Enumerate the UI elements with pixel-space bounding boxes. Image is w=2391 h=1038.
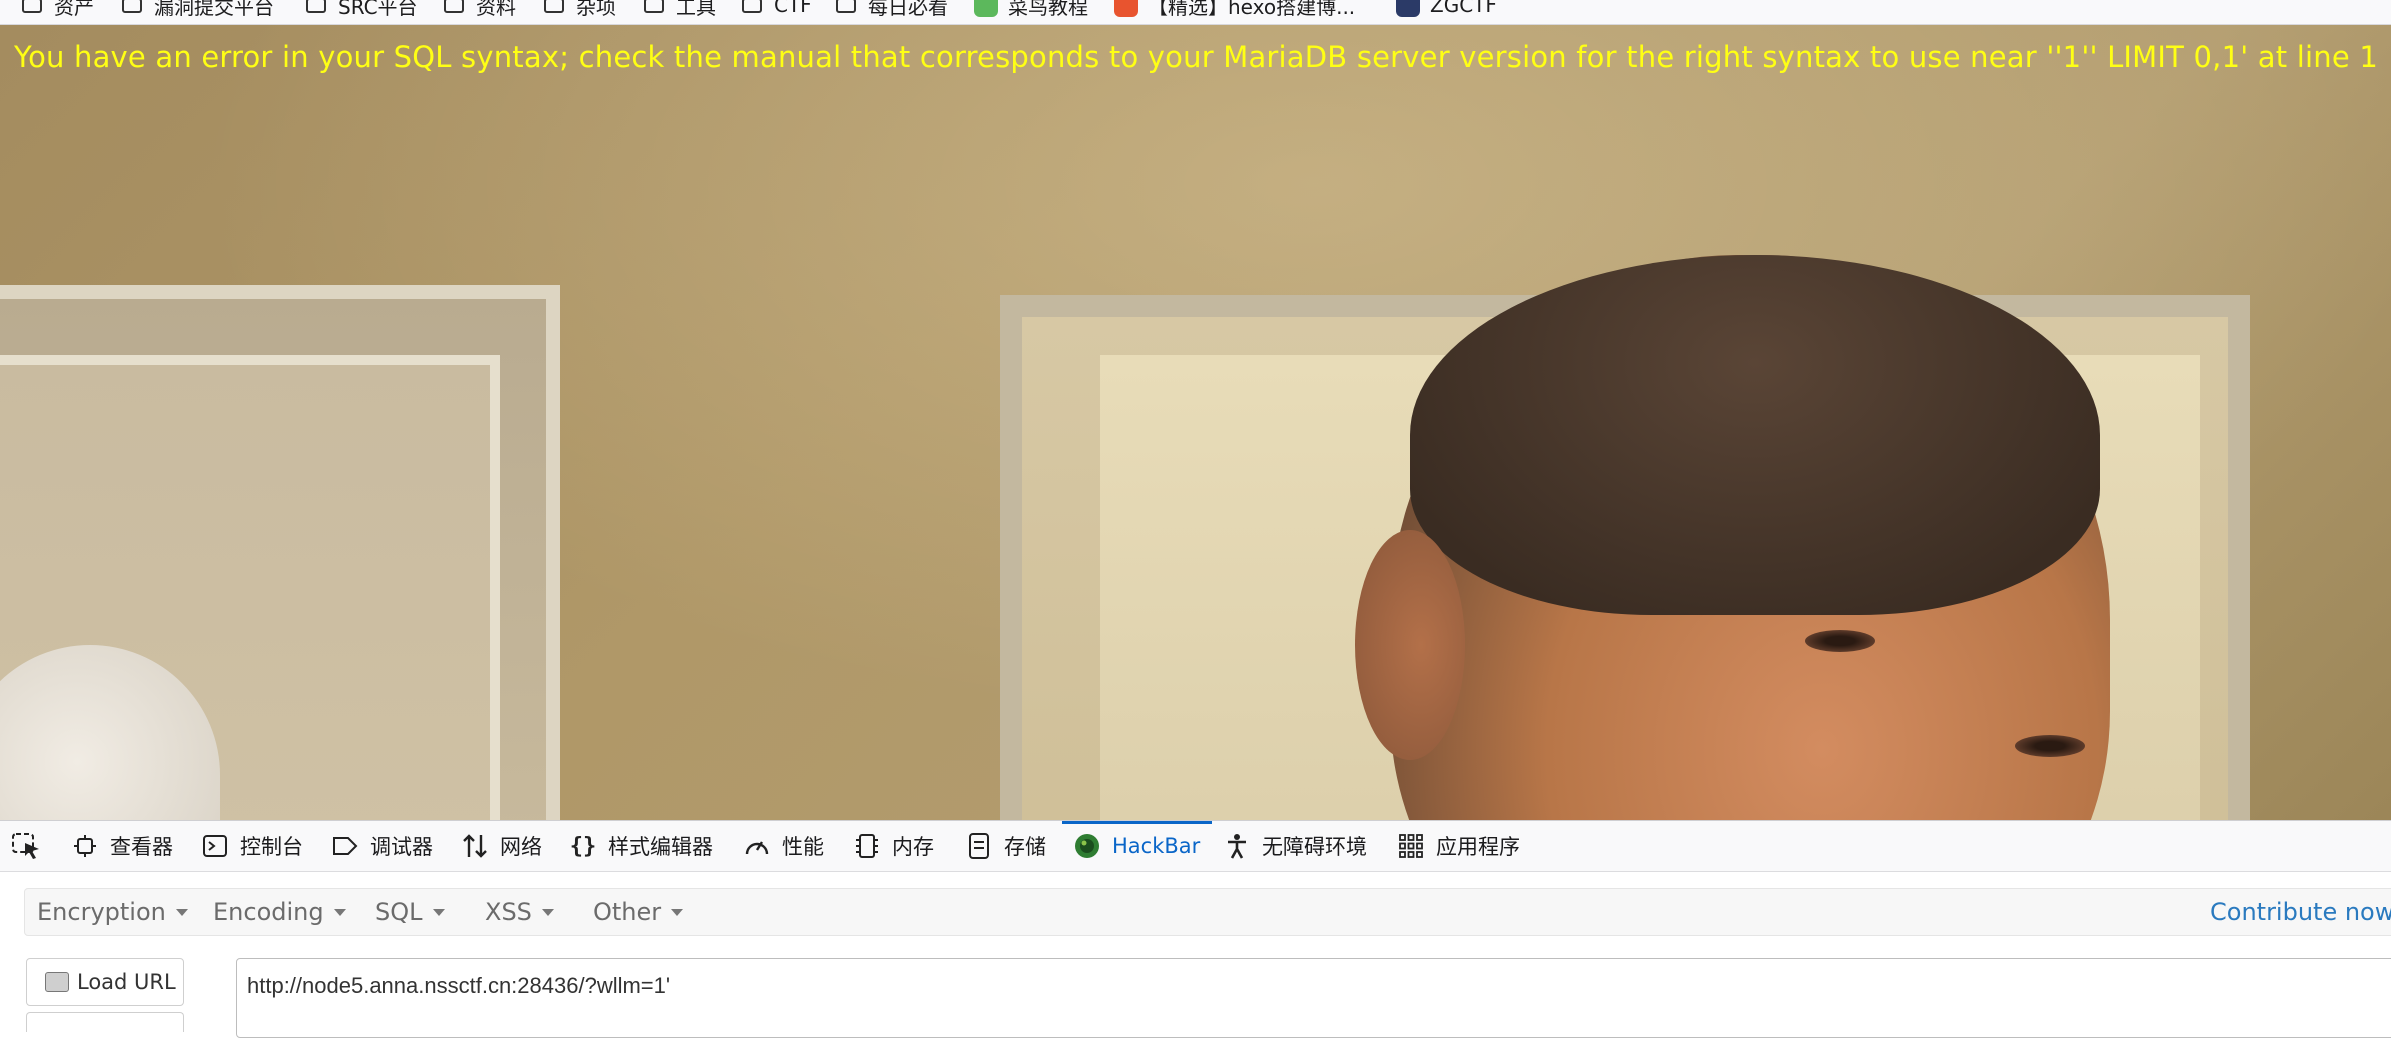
devtools-toolbar: 查看器 控制台 调试器 网络 {} 样式编辑器 性能 内存 存储 HackBar…: [0, 820, 2391, 872]
bookmark-label: 【精选】hexo搭建博...: [1148, 0, 1356, 19]
bookmark-label: 杂项: [576, 0, 616, 19]
tab-label: HackBar: [1112, 834, 1201, 858]
tab-inspector[interactable]: 查看器: [72, 821, 173, 871]
caret-down-icon: [333, 908, 346, 916]
folder-icon: [122, 0, 142, 13]
folder-icon: [644, 0, 664, 13]
accessibility-icon: [1224, 833, 1250, 859]
menu-sql[interactable]: SQL: [375, 889, 445, 935]
bookmark-label: CTF: [774, 0, 812, 17]
tab-debugger[interactable]: 调试器: [332, 821, 433, 871]
tab-label: 控制台: [240, 835, 303, 859]
storage-icon: [966, 833, 992, 859]
folder-icon: [742, 0, 762, 13]
menu-xss[interactable]: XSS: [485, 889, 554, 935]
bookmark-zgctf[interactable]: ZGCTF: [1396, 0, 1497, 20]
bookmark-folder-daily[interactable]: 每日必看: [836, 0, 948, 20]
tab-label: 无障碍环境: [1262, 835, 1367, 859]
element-picker-icon[interactable]: [12, 833, 42, 859]
folder-icon: [444, 0, 464, 13]
network-icon: [462, 833, 488, 859]
bookmark-folder-docs[interactable]: 资料: [444, 0, 516, 20]
menu-label: XSS: [485, 898, 532, 926]
bookmark-folder-assets[interactable]: 资产: [22, 0, 94, 20]
csdn-favicon: [1114, 0, 1138, 17]
sql-error-message: You have an error in your SQL syntax; ch…: [14, 40, 2378, 74]
debugger-icon: [332, 833, 358, 859]
tab-memory[interactable]: 内存: [854, 821, 934, 871]
contribute-link[interactable]: Contribute now! Ha: [2210, 889, 2391, 935]
memory-icon: [854, 833, 880, 859]
bookmark-label: SRC平台: [338, 0, 418, 19]
inspector-icon: [72, 833, 98, 859]
bookmark-folder-src[interactable]: SRC平台: [306, 0, 418, 20]
hackbar-icon: [1074, 833, 1100, 859]
tab-label: 查看器: [110, 835, 173, 859]
folder-icon: [544, 0, 564, 13]
hackbar-menu-bar: Encryption Encoding SQL XSS Other Contri…: [24, 888, 2391, 936]
console-icon: [202, 833, 228, 859]
caret-down-icon: [432, 908, 445, 916]
folder-icon: [22, 0, 42, 13]
bookmark-folder-tools[interactable]: 工具: [644, 0, 716, 20]
tab-hackbar[interactable]: HackBar: [1061, 821, 1213, 871]
tab-network[interactable]: 网络: [462, 821, 542, 871]
hackbar-panel: Encryption Encoding SQL XSS Other Contri…: [0, 872, 2391, 1038]
caret-down-icon: [175, 908, 188, 916]
bookmark-label: ZGCTF: [1430, 0, 1497, 17]
runoob-favicon: [974, 0, 998, 17]
bookmark-label: 漏洞提交平台: [154, 0, 274, 19]
folder-icon: [836, 0, 856, 13]
bookmark-label: 资产: [54, 0, 94, 19]
tab-label: 网络: [500, 835, 542, 859]
split-url-button[interactable]: [26, 1012, 184, 1032]
menu-label: SQL: [375, 898, 423, 926]
bookmark-label: 每日必看: [868, 0, 948, 19]
application-grid-icon: [1398, 833, 1424, 859]
menu-encoding[interactable]: Encoding: [213, 889, 346, 935]
bookmark-hexo-blog[interactable]: 【精选】hexo搭建博...: [1114, 0, 1355, 20]
bookmark-label: 资料: [476, 0, 516, 19]
bookmark-runoob[interactable]: 菜鸟教程: [974, 0, 1088, 20]
tab-style-editor[interactable]: {} 样式编辑器: [570, 821, 713, 871]
menu-encryption[interactable]: Encryption: [37, 889, 188, 935]
load-url-button[interactable]: Load URL: [26, 958, 184, 1006]
caret-down-icon: [541, 908, 554, 916]
bookmark-folder-ctf[interactable]: CTF: [742, 0, 812, 20]
tab-label: 内存: [892, 835, 934, 859]
tab-console[interactable]: 控制台: [202, 821, 303, 871]
menu-label: Encryption: [37, 898, 166, 926]
tab-label: 性能: [782, 835, 824, 859]
menu-label: Encoding: [213, 898, 324, 926]
tab-storage[interactable]: 存储: [966, 821, 1046, 871]
bookmark-folder-vuln-platform[interactable]: 漏洞提交平台: [122, 0, 274, 20]
tab-performance[interactable]: 性能: [744, 821, 824, 871]
menu-label: Other: [593, 898, 662, 926]
tab-label: 样式编辑器: [608, 835, 713, 859]
tab-label: 存储: [1004, 835, 1046, 859]
tab-label: 应用程序: [1436, 835, 1520, 859]
folder-icon: [306, 0, 326, 13]
tab-application[interactable]: 应用程序: [1398, 821, 1520, 871]
tab-label: 调试器: [370, 835, 433, 859]
load-url-label: Load URL: [77, 970, 176, 994]
menu-other[interactable]: Other: [593, 889, 684, 935]
load-url-icon: [45, 972, 69, 992]
bookmark-label: 菜鸟教程: [1008, 0, 1088, 19]
bookmark-label: 工具: [676, 0, 716, 19]
page-content: You have an error in your SQL syntax; ch…: [0, 25, 2391, 820]
caret-down-icon: [671, 908, 684, 916]
style-editor-icon: {}: [569, 833, 597, 859]
tab-accessibility[interactable]: 无障碍环境: [1224, 821, 1367, 871]
performance-icon: [744, 833, 770, 859]
bookmarks-toolbar: 资产 漏洞提交平台 SRC平台 资料 杂项 工具 CTF 每日必看 菜鸟教程 【…: [0, 0, 2391, 25]
bookmark-folder-misc[interactable]: 杂项: [544, 0, 616, 20]
url-input[interactable]: http://node5.anna.nssctf.cn:28436/?wllm=…: [236, 958, 2391, 1038]
zgctf-favicon: [1396, 0, 1420, 17]
